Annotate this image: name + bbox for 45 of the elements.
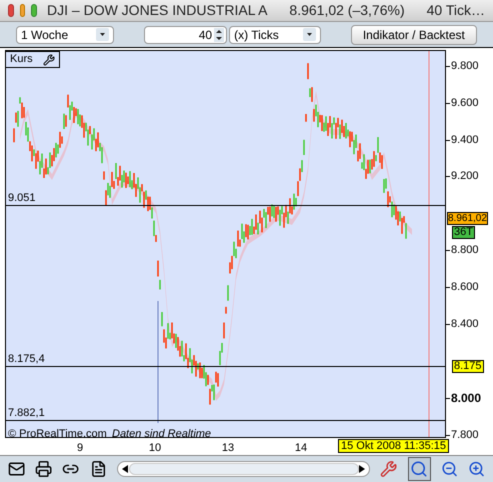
level-label: 7.882,1 — [8, 407, 45, 419]
close-icon[interactable] — [8, 4, 14, 17]
y-axis-label: 7.800 — [451, 429, 479, 441]
horizontal-scrollbar[interactable] — [116, 461, 370, 477]
y-axis-label: 9.200 — [451, 170, 479, 182]
printer-icon[interactable] — [35, 460, 52, 478]
mail-icon[interactable] — [8, 460, 26, 478]
price-tag: 8.961,02 — [447, 212, 488, 225]
level-tag: 8.175 — [452, 360, 484, 373]
copyright-text: © ProRealTime.com — [8, 427, 107, 442]
zoom-out-icon[interactable] — [440, 460, 458, 478]
panel-label[interactable]: Kurs — [5, 51, 60, 68]
x-axis-label: 10 — [148, 441, 162, 456]
document-icon[interactable] — [90, 460, 107, 478]
y-axis-label: 8.400 — [451, 318, 479, 330]
level-label: 8.175,4 — [8, 353, 45, 365]
caret-icon — [302, 28, 316, 41]
y-axis-label: 9.600 — [451, 97, 479, 109]
y-axis-label: 9.800 — [451, 60, 479, 72]
zoom-in-icon[interactable] — [468, 460, 486, 478]
period-select[interactable]: 1 Woche — [16, 26, 114, 44]
y-axis-label: 8.600 — [451, 281, 479, 293]
x-axis-label: 9 — [76, 441, 84, 456]
scroll-thumb[interactable] — [128, 463, 359, 475]
zoom-icon[interactable] — [31, 4, 38, 17]
realtime-notice: Daten sind Realtime — [112, 427, 212, 442]
timestamp-tag: 15 Okt 2008 11:35:15 — [338, 439, 449, 453]
tick-tag: 36T — [452, 226, 475, 239]
zoom-fit-icon[interactable] — [408, 457, 431, 481]
caret-icon — [96, 28, 109, 41]
y-axis-label: 9.400 — [451, 134, 479, 146]
indicator-button[interactable]: Indikator / Backtest — [350, 24, 477, 44]
unit-select[interactable]: (x) Ticks — [229, 26, 321, 44]
y-axis-label: 8.800 — [451, 244, 479, 256]
x-axis-label: 14 — [294, 441, 308, 456]
ticks-info: 40 Tick… — [426, 1, 485, 20]
spinner-icon[interactable] — [214, 28, 224, 42]
wrench-icon[interactable] — [43, 54, 55, 66]
count-field[interactable]: 40 — [144, 26, 228, 44]
x-axis-label: 13 — [222, 441, 234, 456]
quote-text: 8.961,02 (–3,76%) — [289, 1, 405, 20]
window-title: DJI – DOW JONES INDUSTRIAL A — [47, 1, 268, 20]
y-axis-label: 8.000 — [451, 392, 482, 404]
level-label: 9.051 — [8, 192, 36, 204]
minimize-icon[interactable] — [20, 4, 26, 17]
